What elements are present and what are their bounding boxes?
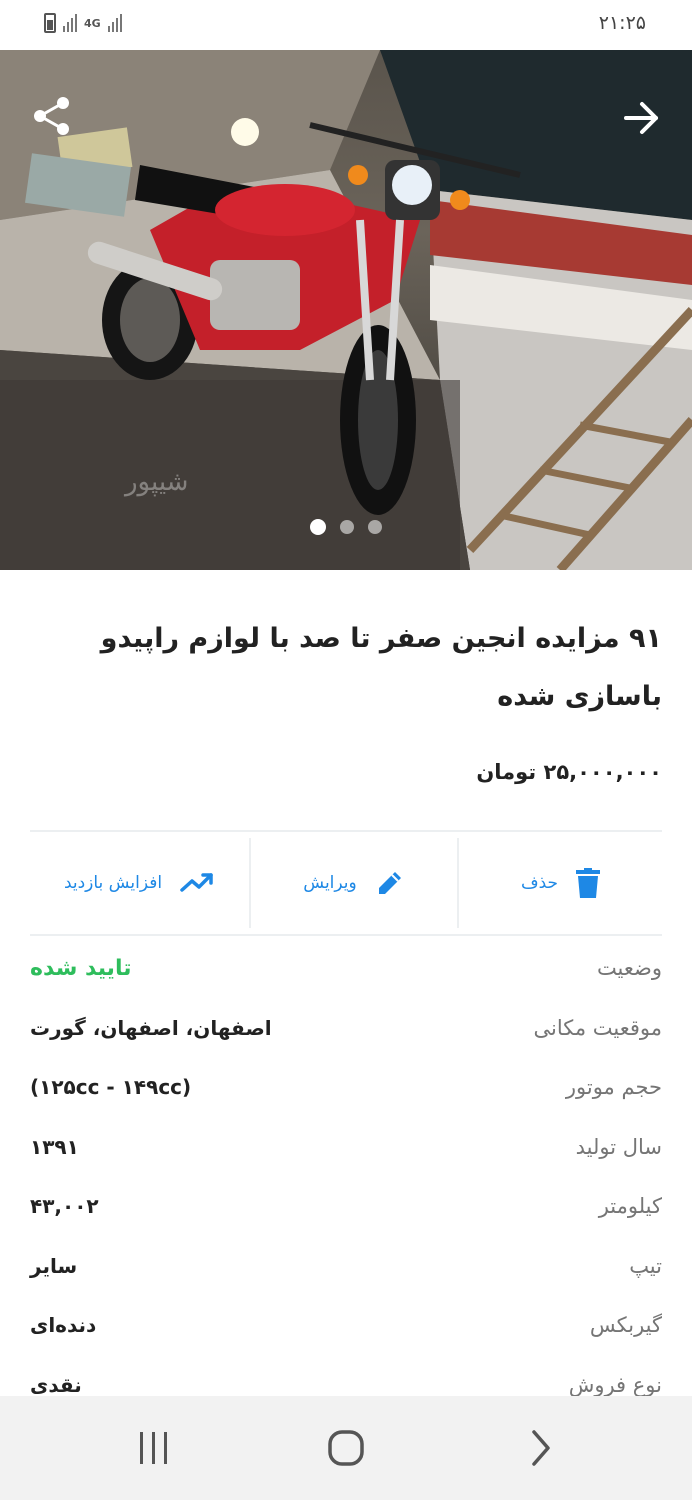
signal-icon [107, 14, 122, 32]
recent-apps-icon[interactable] [132, 1426, 176, 1470]
detail-row-gearbox: گیربکس دنده‌ای [30, 1305, 662, 1345]
share-icon[interactable] [30, 94, 74, 138]
detail-row-year: سال تولید ۱۳۹۱ [30, 1127, 662, 1167]
pencil-icon [378, 872, 401, 894]
detail-row-mileage: کیلومتر ۴۳,۰۰۲ [30, 1186, 662, 1226]
detail-label: حجم موتور [565, 1075, 662, 1099]
pagination-dot[interactable] [368, 520, 382, 534]
detail-label: وضعیت [596, 956, 662, 980]
detail-value: دنده‌ای [30, 1313, 97, 1337]
listing-price: ۲۵,۰۰۰,۰۰۰ تومان [476, 760, 662, 784]
image-gallery[interactable]: شیپور [0, 50, 692, 570]
pagination-dot[interactable] [340, 520, 354, 534]
motorcycle-photo: شیپور [0, 50, 692, 570]
arrow-right-icon[interactable] [622, 98, 662, 138]
detail-label: نوع فروش [568, 1373, 662, 1397]
status-time: ۲۱:۲۵ [598, 12, 646, 34]
listing-title: ۹۱ مزایده انجین صفر تا صد با لوازم راپید… [100, 623, 662, 712]
detail-label: موقعیت مکانی [533, 1016, 663, 1040]
battery-icon [44, 13, 56, 33]
action-label: افزایش بازدید [63, 873, 163, 893]
action-label: ویرایش [303, 873, 357, 893]
detail-row-type: تیپ سایر [30, 1246, 662, 1286]
status-badge: تایید شده [30, 955, 132, 981]
status-bar: 4G ۲۱:۲۵ [0, 0, 692, 50]
trending-up-icon [180, 873, 213, 892]
action-label: حذف [520, 873, 559, 893]
detail-label: کیلومتر [598, 1194, 662, 1218]
detail-label: سال تولید [575, 1135, 662, 1159]
home-icon[interactable] [324, 1426, 368, 1470]
detail-value: ۱۳۹۱ [30, 1135, 79, 1159]
back-icon[interactable] [518, 1426, 562, 1470]
status-icons: 4G [44, 13, 122, 33]
delete-button[interactable]: حذف [459, 832, 662, 934]
trash-icon [576, 868, 601, 898]
detail-value: ۴۳,۰۰۲ [30, 1194, 99, 1218]
detail-row-engine-size: حجم موتور (۱۲۵cc - ۱۴۹cc) [30, 1067, 662, 1107]
pagination-dot-active[interactable] [310, 519, 326, 535]
network-4g-icon: 4G [84, 16, 101, 30]
detail-value: سایر [30, 1254, 78, 1278]
signal-icon [63, 14, 77, 32]
increase-views-button[interactable]: افزایش بازدید [30, 832, 248, 934]
divider [30, 934, 662, 936]
detail-label: گیربکس [589, 1313, 662, 1337]
system-nav-bar [0, 1396, 692, 1500]
detail-label: تیپ [629, 1254, 662, 1278]
detail-value: نقدی [30, 1373, 82, 1397]
detail-value: اصفهان، اصفهان، گورت [30, 1016, 272, 1040]
action-bar: افزایش بازدید ویرایش حذف [30, 832, 662, 934]
detail-row-location: موقعیت مکانی اصفهان، اصفهان، گورت [30, 1008, 662, 1048]
watermark: شیپور [123, 467, 188, 497]
gallery-pagination [0, 519, 692, 535]
edit-button[interactable]: ویرایش [251, 832, 457, 934]
detail-row-status: وضعیت تایید شده [30, 948, 662, 988]
detail-value: (۱۲۵cc - ۱۴۹cc) [30, 1075, 192, 1099]
